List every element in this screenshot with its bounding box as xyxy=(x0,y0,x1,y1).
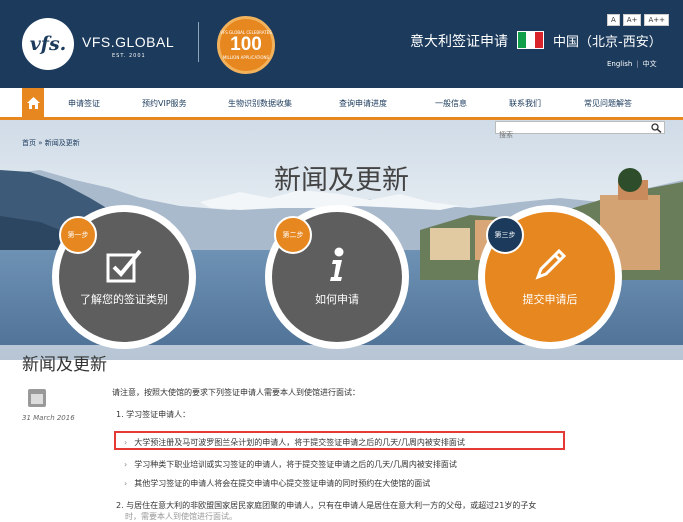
nav-biometrics[interactable]: 生物识别数据收集 xyxy=(228,98,292,109)
font-size-large-button[interactable]: A++ xyxy=(644,14,669,26)
font-size-controls: A A+ A++ xyxy=(607,14,669,26)
calendar-icon xyxy=(28,389,46,407)
sub-item-3: › 其他学习签证的申请人将会在提交申请中心提交签证申请的同时预约在大使馆的面试 xyxy=(124,479,431,488)
hero-title: 新闻及更新 xyxy=(274,165,409,196)
italy-flag-icon xyxy=(517,31,544,49)
vfs-logo[interactable]: vfs. xyxy=(22,18,74,70)
news-notice: 请注意，按照大使馆的要求下列签证申请人需要本人到使馆进行面试： xyxy=(112,388,360,397)
site-title: 意大利签证申请 xyxy=(410,34,508,50)
city-selector[interactable]: 中国（北京-西安） xyxy=(553,31,662,50)
info-icon xyxy=(330,247,344,281)
font-size-small-button[interactable]: A xyxy=(607,14,620,26)
brand-name: VFS.GLOBAL xyxy=(82,34,175,50)
chevron-right-icon: › xyxy=(124,460,128,469)
list-item-2: 2. 与居住在意大利的非欧盟国家居民家庭团聚的申请人，只有在申请人是居住在意大利… xyxy=(116,501,537,510)
nav-general-info[interactable]: 一般信息 xyxy=(435,98,467,109)
anniversary-badge: VFS GLOBAL CELEBRATES 100 MILLION APPLIC… xyxy=(217,16,275,74)
home-icon xyxy=(26,96,40,109)
brand-sub: EST. 2001 xyxy=(112,53,146,59)
step-1-badge: 第一步 xyxy=(59,216,97,254)
nav-apply-visa[interactable]: 申请签证 xyxy=(68,98,100,109)
search-field[interactable] xyxy=(495,121,665,141)
home-button[interactable] xyxy=(22,88,44,117)
step-2-label: 如何申请 xyxy=(315,293,359,306)
sub-item-2: › 学习种类下职业培训或实习签证的申请人，将于提交签证申请之后的几天/几周内被安排… xyxy=(124,460,457,469)
chevron-right-icon: › xyxy=(124,479,128,488)
lang-chinese-link[interactable]: 中文 xyxy=(643,60,657,68)
step-2-badge: 第二步 xyxy=(274,216,312,254)
step-3-label: 提交申请后 xyxy=(522,293,578,306)
search-input[interactable] xyxy=(496,130,646,141)
nav-track-application[interactable]: 查询申请进度 xyxy=(339,98,387,109)
list-item-1: 1. 学习签证申请人： xyxy=(116,410,191,419)
header-divider xyxy=(198,22,199,62)
highlight-box xyxy=(114,431,565,450)
language-switcher: English | 中文 xyxy=(607,60,657,68)
checkbox-icon xyxy=(106,249,142,283)
step-3-badge: 第三步 xyxy=(486,216,524,254)
news-section-title: 新闻及更新 xyxy=(22,355,107,375)
nav-contact-us[interactable]: 联系我们 xyxy=(509,98,541,109)
news-date: 31 March 2016 xyxy=(22,414,75,422)
breadcrumb[interactable]: 首页 » 新闻及更新 xyxy=(22,138,80,148)
search-icon[interactable] xyxy=(651,123,662,133)
lang-english-link[interactable]: English xyxy=(607,60,632,68)
nav-vip-service[interactable]: 预约VIP服务 xyxy=(142,98,187,109)
pencil-icon xyxy=(535,248,567,280)
nav-faq[interactable]: 常见问题解答 xyxy=(584,98,632,109)
font-size-medium-button[interactable]: A+ xyxy=(622,14,642,26)
step-1-label: 了解您的签证类别 xyxy=(80,293,168,306)
